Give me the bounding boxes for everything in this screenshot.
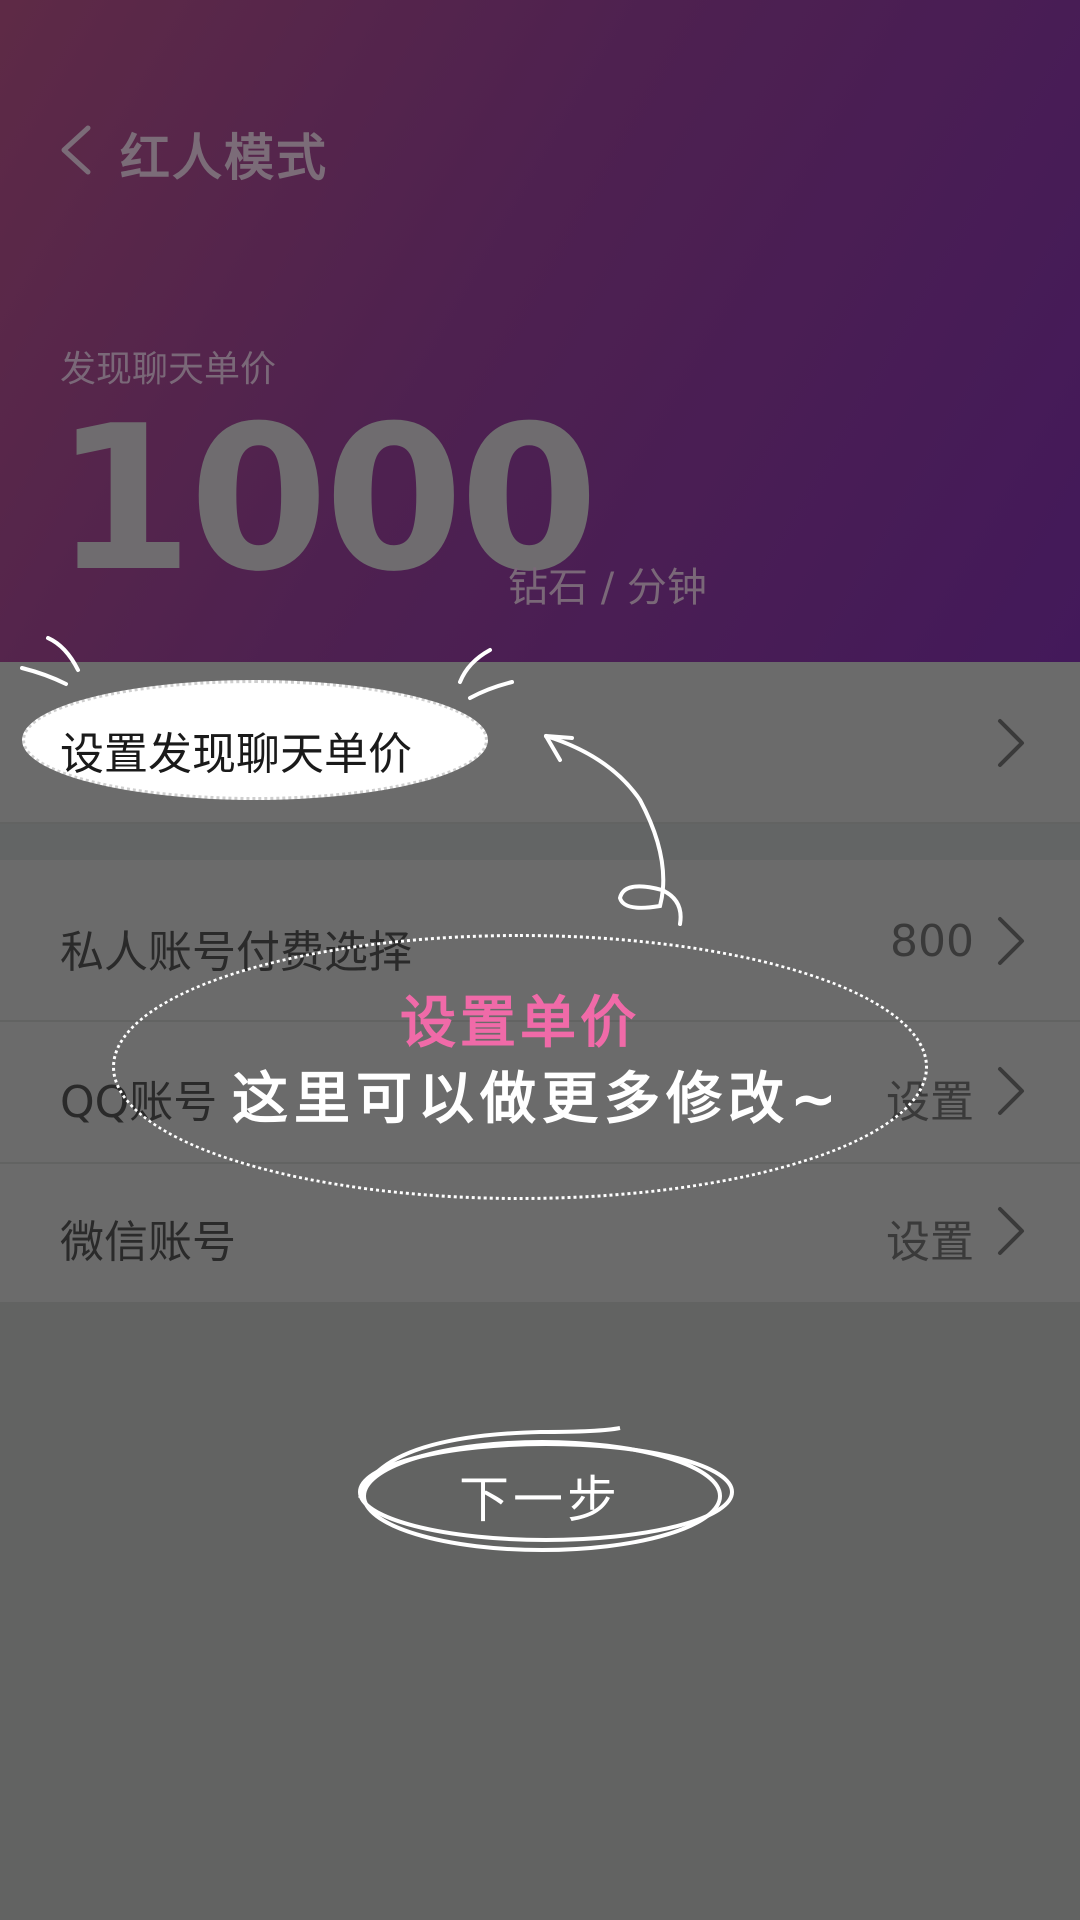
tip-text: 这里可以做更多修改~ [232,1067,843,1132]
next-step-button[interactable]: 下一步 [360,1440,720,1550]
row-value: 设置 [886,1217,974,1268]
nav-bar: 红人模式 [0,100,1080,200]
next-step-label: 下一步 [459,1471,621,1529]
header-banner: 红人模式 发现聊天单价 1000 钻石 / 分钟 [0,0,1080,662]
chevron-right-icon [992,1203,1028,1259]
back-button[interactable] [50,120,110,180]
section-divider [0,824,1080,860]
chevron-right-icon [992,913,1028,969]
tip-title: 设置单价 [400,991,640,1056]
highlight-bubble-label: 设置发现聊天单价 [60,729,412,780]
chevron-right-icon [992,715,1028,771]
chevron-right-icon [992,1063,1028,1119]
page-title: 红人模式 [120,129,328,187]
price-unit: 钻石 / 分钟 [508,565,707,611]
row-label: 微信账号 [60,1217,236,1268]
chevron-left-icon [61,125,91,175]
row-value: 800 [890,916,974,967]
